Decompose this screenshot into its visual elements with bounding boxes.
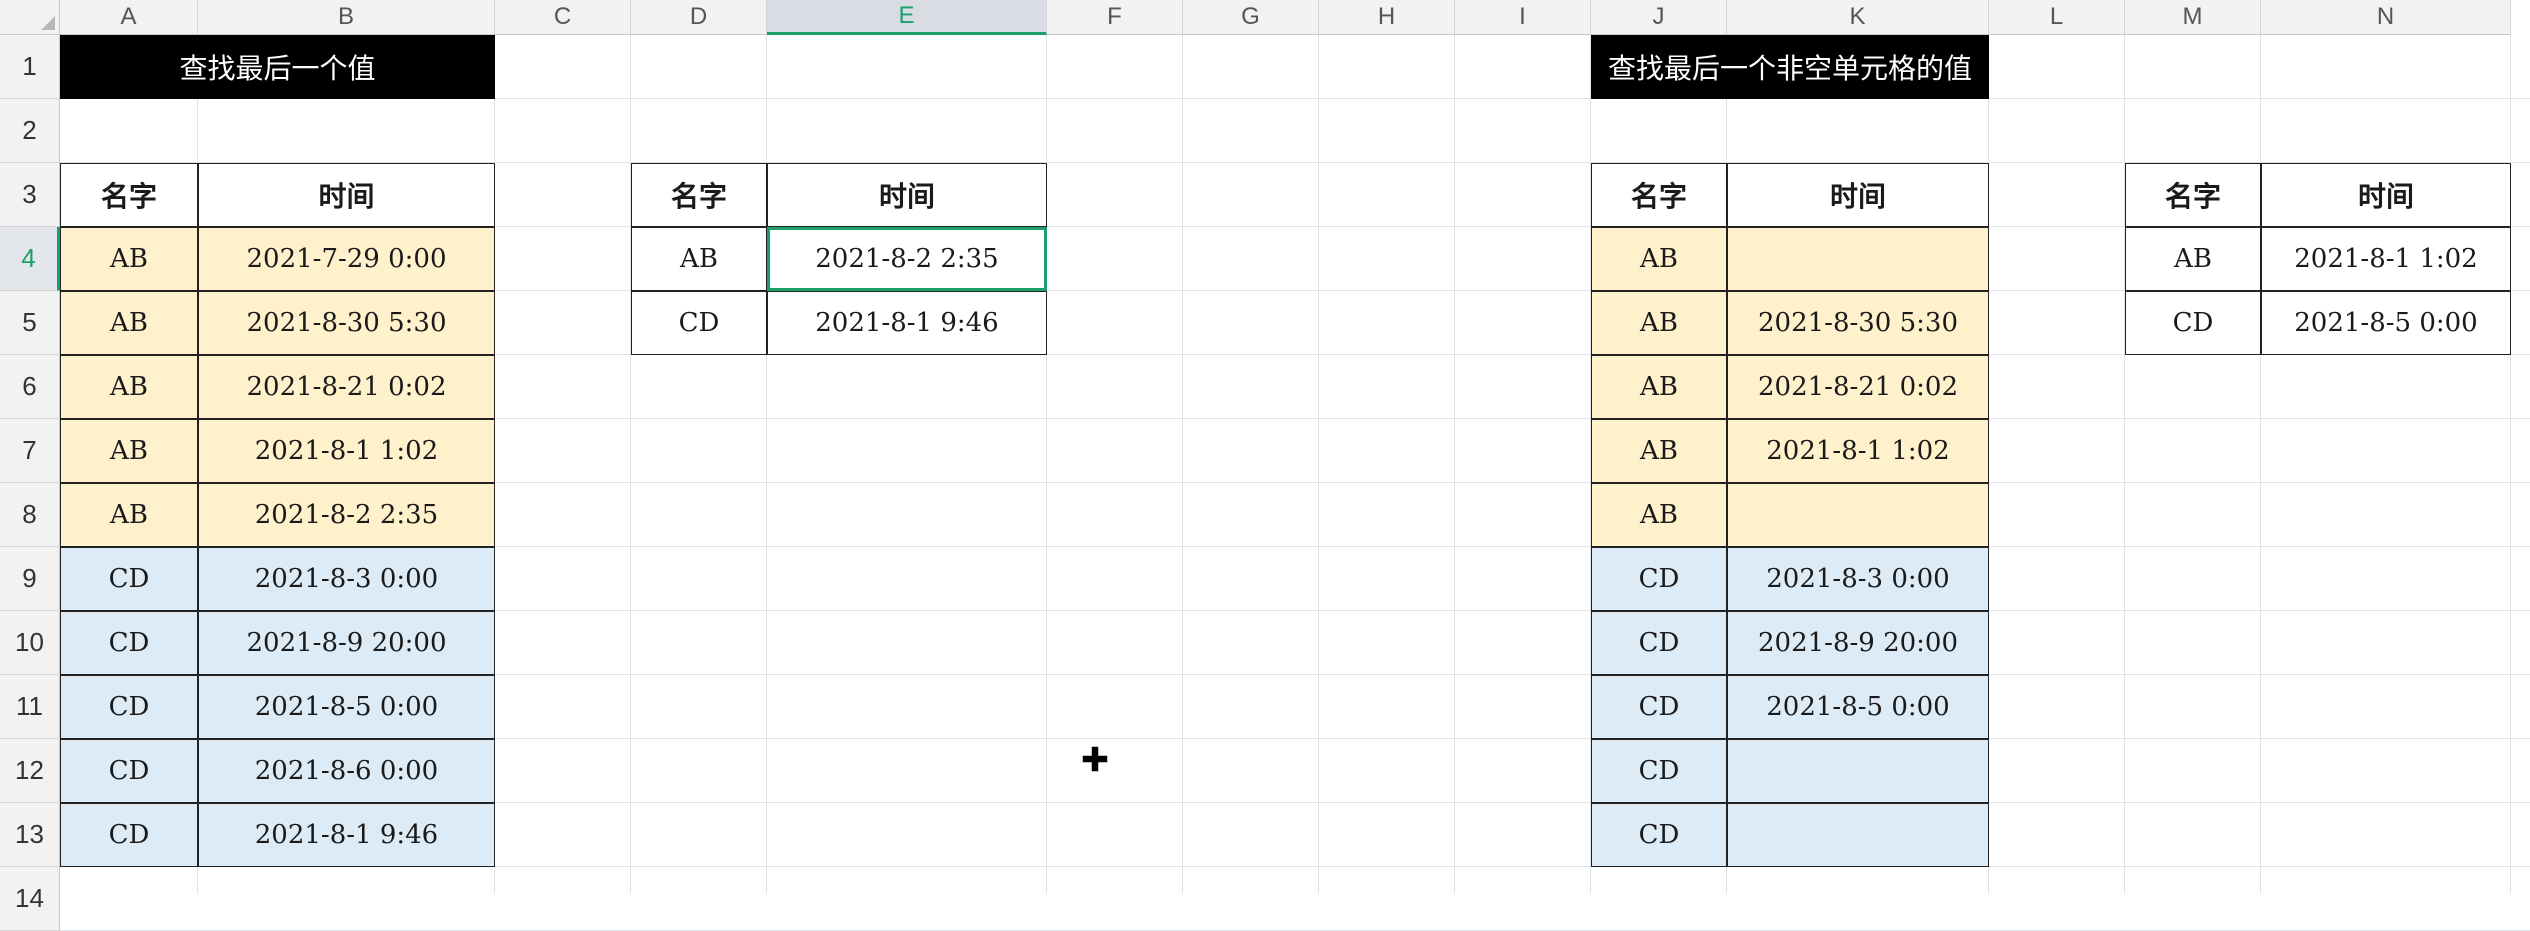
data2-time-cell[interactable] bbox=[1727, 227, 1989, 291]
row-header-12[interactable]: 12 bbox=[0, 739, 60, 803]
data1-time-cell[interactable]: 2021-8-30 5:30 bbox=[198, 291, 495, 355]
data2-name-cell[interactable]: AB bbox=[1591, 483, 1727, 547]
result2-time-cell[interactable]: 2021-8-5 0:00 bbox=[2261, 291, 2511, 355]
title-last-nonblank[interactable]: 查找最后一个非空单元格的值 bbox=[1591, 35, 1989, 99]
row-header-14[interactable]: 14 bbox=[0, 867, 60, 931]
data2-time-cell[interactable]: 2021-8-3 0:00 bbox=[1727, 547, 1989, 611]
row-header-8[interactable]: 8 bbox=[0, 483, 60, 547]
data1-name-cell[interactable]: CD bbox=[60, 803, 198, 867]
column-header-a[interactable]: A bbox=[60, 0, 198, 35]
selected-cell-e4[interactable]: 2021-8-2 2:35 bbox=[767, 227, 1047, 291]
select-all-triangle-icon bbox=[41, 16, 55, 30]
column-header-l[interactable]: L bbox=[1989, 0, 2125, 35]
data1-time-cell[interactable]: 2021-8-21 0:02 bbox=[198, 355, 495, 419]
result2-header-time[interactable]: 时间 bbox=[2261, 163, 2511, 227]
column-header-b[interactable]: B bbox=[198, 0, 495, 35]
row-header-2[interactable]: 2 bbox=[0, 99, 60, 163]
result1-name-cell[interactable]: AB bbox=[631, 227, 767, 291]
data1-time-cell[interactable]: 2021-8-6 0:00 bbox=[198, 739, 495, 803]
data1-name-cell[interactable]: AB bbox=[60, 227, 198, 291]
data1-name-cell[interactable]: AB bbox=[60, 291, 198, 355]
row-header-5[interactable]: 5 bbox=[0, 291, 60, 355]
gridline-vertical bbox=[1182, 35, 1183, 894]
data2-name-cell[interactable]: CD bbox=[1591, 675, 1727, 739]
data1-time-cell[interactable]: 2021-8-5 0:00 bbox=[198, 675, 495, 739]
data1-name-cell[interactable]: AB bbox=[60, 355, 198, 419]
data1-name-cell[interactable]: AB bbox=[60, 419, 198, 483]
data1-time-cell[interactable]: 2021-7-29 0:00 bbox=[198, 227, 495, 291]
data2-time-cell[interactable]: 2021-8-1 1:02 bbox=[1727, 419, 1989, 483]
data1-time-cell[interactable]: 2021-8-3 0:00 bbox=[198, 547, 495, 611]
result1-name-cell[interactable]: CD bbox=[631, 291, 767, 355]
data2-time-cell[interactable]: 2021-8-9 20:00 bbox=[1727, 611, 1989, 675]
header-time-cell[interactable]: 时间 bbox=[198, 163, 495, 227]
row-header-3[interactable]: 3 bbox=[0, 163, 60, 227]
data2-time-cell[interactable]: 2021-8-30 5:30 bbox=[1727, 291, 1989, 355]
spreadsheet-grid[interactable]: A B C D E F G H I J K L M N 1 2 3 4 5 6 7 8 9 10 11 12 13 14 查找最后一个值… bbox=[0, 0, 2530, 931]
column-header-c[interactable]: C bbox=[495, 0, 631, 35]
column-header-h[interactable]: H bbox=[1319, 0, 1455, 35]
result2-header-name[interactable]: 名字 bbox=[2125, 163, 2261, 227]
data2-name-cell[interactable]: AB bbox=[1591, 291, 1727, 355]
data2-time-cell[interactable]: 2021-8-5 0:00 bbox=[1727, 675, 1989, 739]
data2-name-cell[interactable]: AB bbox=[1591, 355, 1727, 419]
column-header-j[interactable]: J bbox=[1591, 0, 1727, 35]
row-header-11[interactable]: 11 bbox=[0, 675, 60, 739]
column-header-i[interactable]: I bbox=[1455, 0, 1591, 35]
row-header-7[interactable]: 7 bbox=[0, 419, 60, 483]
data1-name-cell[interactable]: AB bbox=[60, 483, 198, 547]
data2-header-name[interactable]: 名字 bbox=[1591, 163, 1727, 227]
data2-name-cell[interactable]: CD bbox=[1591, 739, 1727, 803]
data2-name-cell[interactable]: AB bbox=[1591, 227, 1727, 291]
column-header-d[interactable]: D bbox=[631, 0, 767, 35]
data2-name-cell[interactable]: CD bbox=[1591, 611, 1727, 675]
result2-time-cell[interactable]: 2021-8-1 1:02 bbox=[2261, 227, 2511, 291]
column-header-g[interactable]: G bbox=[1183, 0, 1319, 35]
select-all-corner[interactable] bbox=[0, 0, 60, 35]
column-header-f[interactable]: F bbox=[1047, 0, 1183, 35]
result1-time-cell[interactable]: 2021-8-1 9:46 bbox=[767, 291, 1047, 355]
row-header-1[interactable]: 1 bbox=[0, 35, 60, 99]
result1-header-name[interactable]: 名字 bbox=[631, 163, 767, 227]
data2-time-cell[interactable] bbox=[1727, 483, 1989, 547]
row-header-4[interactable]: 4 bbox=[0, 227, 60, 291]
title-last-value[interactable]: 查找最后一个值 bbox=[60, 35, 495, 99]
data1-time-cell[interactable]: 2021-8-2 2:35 bbox=[198, 483, 495, 547]
data1-name-cell[interactable]: CD bbox=[60, 739, 198, 803]
data1-name-cell[interactable]: CD bbox=[60, 547, 198, 611]
column-header-k[interactable]: K bbox=[1727, 0, 1989, 35]
row-header-10[interactable]: 10 bbox=[0, 611, 60, 675]
crosshair-plus-icon bbox=[1081, 745, 1109, 773]
data1-time-cell[interactable]: 2021-8-9 20:00 bbox=[198, 611, 495, 675]
result1-header-time[interactable]: 时间 bbox=[767, 163, 1047, 227]
data2-time-cell[interactable]: 2021-8-21 0:02 bbox=[1727, 355, 1989, 419]
result2-name-cell[interactable]: AB bbox=[2125, 227, 2261, 291]
data2-header-time[interactable]: 时间 bbox=[1727, 163, 1989, 227]
gridline-vertical bbox=[1454, 35, 1455, 894]
header-name-cell[interactable]: 名字 bbox=[60, 163, 198, 227]
data1-time-cell[interactable]: 2021-8-1 9:46 bbox=[198, 803, 495, 867]
data2-name-cell[interactable]: AB bbox=[1591, 419, 1727, 483]
data2-time-cell[interactable] bbox=[1727, 803, 1989, 867]
row-header-6[interactable]: 6 bbox=[0, 355, 60, 419]
data1-time-cell[interactable]: 2021-8-1 1:02 bbox=[198, 419, 495, 483]
column-header-n[interactable]: N bbox=[2261, 0, 2511, 35]
data2-time-cell[interactable] bbox=[1727, 739, 1989, 803]
column-header-m[interactable]: M bbox=[2125, 0, 2261, 35]
result2-name-cell[interactable]: CD bbox=[2125, 291, 2261, 355]
gridline-vertical bbox=[1318, 35, 1319, 894]
row-header-13[interactable]: 13 bbox=[0, 803, 60, 867]
row-header-9[interactable]: 9 bbox=[0, 547, 60, 611]
column-header-e[interactable]: E bbox=[767, 0, 1047, 35]
data2-name-cell[interactable]: CD bbox=[1591, 547, 1727, 611]
data2-name-cell[interactable]: CD bbox=[1591, 803, 1727, 867]
data1-name-cell[interactable]: CD bbox=[60, 675, 198, 739]
data1-name-cell[interactable]: CD bbox=[60, 611, 198, 675]
